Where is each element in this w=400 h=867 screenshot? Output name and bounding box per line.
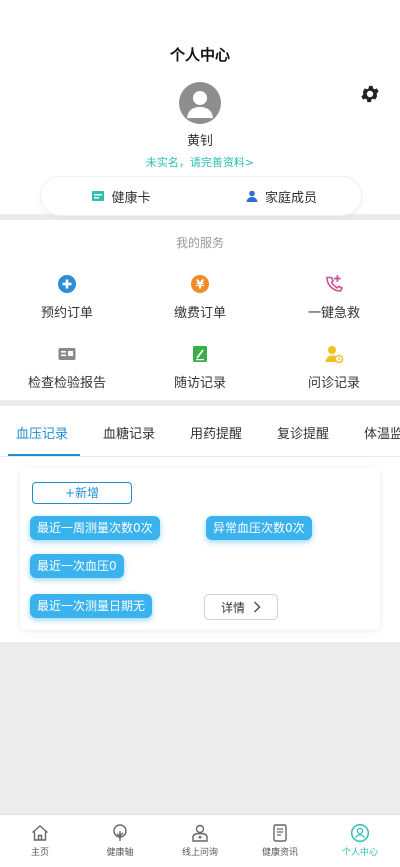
appointment-orders-item[interactable]: 预约订单 [12,274,122,321]
record-tabs: 血压记录 血糖记录 用药提醒 复诊提醒 体温监 [0,406,400,456]
service-label: 检查检验报告 [27,376,106,391]
nav-label: 主页 [30,848,49,858]
follow-up-records-item[interactable]: 随访记录 [145,344,255,391]
tab-divider [0,456,400,457]
services-title: 我的服务 [175,236,224,250]
service-label: 随访记录 [173,376,226,391]
tab-temperature[interactable]: 体温监 [364,423,400,442]
nav-label: 健康轴 [106,848,134,858]
emergency-call-item[interactable]: 一键急救 [279,274,389,321]
weekly-count-badge: 最近一周测量次数0次 [30,516,160,540]
nav-health-axis[interactable]: 健康轴 [80,815,160,867]
nav-home[interactable]: 主页 [0,815,80,867]
phone-document-icon [273,824,287,842]
add-record-button[interactable]: +新增 [32,482,132,504]
complete-profile-link[interactable]: 未实名，请完善资料> [0,154,400,170]
nav-personal-center[interactable]: 个人中心 [320,815,400,867]
last-date-badge: 最近一次测量日期无 [30,594,153,618]
details-label: 详情 [220,600,245,615]
card-bar: 健康卡 家庭成员 [40,176,362,216]
abnormal-count-badge: 异常血压次数0次 [206,516,312,540]
health-card-label: 健康卡 [111,190,151,206]
service-label: 问诊记录 [307,376,360,391]
home-icon [32,825,48,841]
plus-circle-icon [58,275,76,293]
report-card-icon [58,348,76,360]
details-button[interactable]: 详情 [204,594,278,620]
tab-medication-reminder[interactable]: 用药提醒 [190,423,242,442]
health-card-button[interactable]: 健康卡 [41,177,201,215]
edit-note-icon [193,346,207,362]
user-silhouette-icon [187,91,213,118]
service-label: 预约订单 [40,306,93,321]
user-clock-icon [325,346,344,364]
nav-label: 个人中心 [341,848,378,858]
nav-online-consult[interactable]: 线上问询 [160,815,240,867]
my-services: 我的服务 预约订单 ¥ 缴费订单 一键急救 检查检验报告 随访记录 问诊记录 [0,220,400,400]
blood-pressure-card: +新增 最近一周测量次数0次 异常血压次数0次 最近一次血压0 最近一次测量日期… [20,468,380,630]
svg-text:¥: ¥ [196,278,205,292]
service-label: 缴费订单 [173,306,226,321]
profile-header: 个人中心 黄钊 未实名，请完善资料> 健康卡 家庭成员 [0,0,400,216]
doctor-icon [192,824,208,842]
person-circle-icon [350,823,370,843]
nav-label: 线上问询 [181,848,218,858]
records-panel: 血压记录 血糖记录 用药提醒 复诊提醒 体温监 +新增 最近一周测量次数0次 异… [0,406,400,642]
gear-icon[interactable] [359,83,381,105]
tab-blood-pressure[interactable]: 血压记录 [16,423,68,442]
payment-orders-item[interactable]: ¥ 缴费订单 [145,274,255,321]
family-members-label: 家庭成员 [264,190,317,206]
tree-icon [113,824,127,841]
nav-label: 健康资讯 [261,848,298,858]
consultation-records-item[interactable]: 问诊记录 [279,344,389,391]
service-label: 一键急救 [307,306,360,321]
family-icon [246,190,258,202]
phone-plus-icon [326,275,344,292]
yen-coin-icon: ¥ [191,275,209,293]
avatar[interactable] [179,82,221,124]
bottom-nav: 主页 健康轴 线上问询 健康资讯 个人中心 [0,814,400,867]
page-title: 个人中心 [169,46,230,64]
tab-blood-sugar[interactable]: 血糖记录 [103,423,155,442]
chevron-right-icon [253,601,261,613]
exam-reports-item[interactable]: 检查检验报告 [12,344,122,391]
username: 黄钊 [186,134,213,149]
nav-health-news[interactable]: 健康资讯 [240,815,320,867]
card-icon [92,191,105,201]
last-bp-badge: 最近一次血压0 [30,554,124,578]
family-members-button[interactable]: 家庭成员 [201,177,361,215]
tab-revisit-reminder[interactable]: 复诊提醒 [277,423,329,442]
